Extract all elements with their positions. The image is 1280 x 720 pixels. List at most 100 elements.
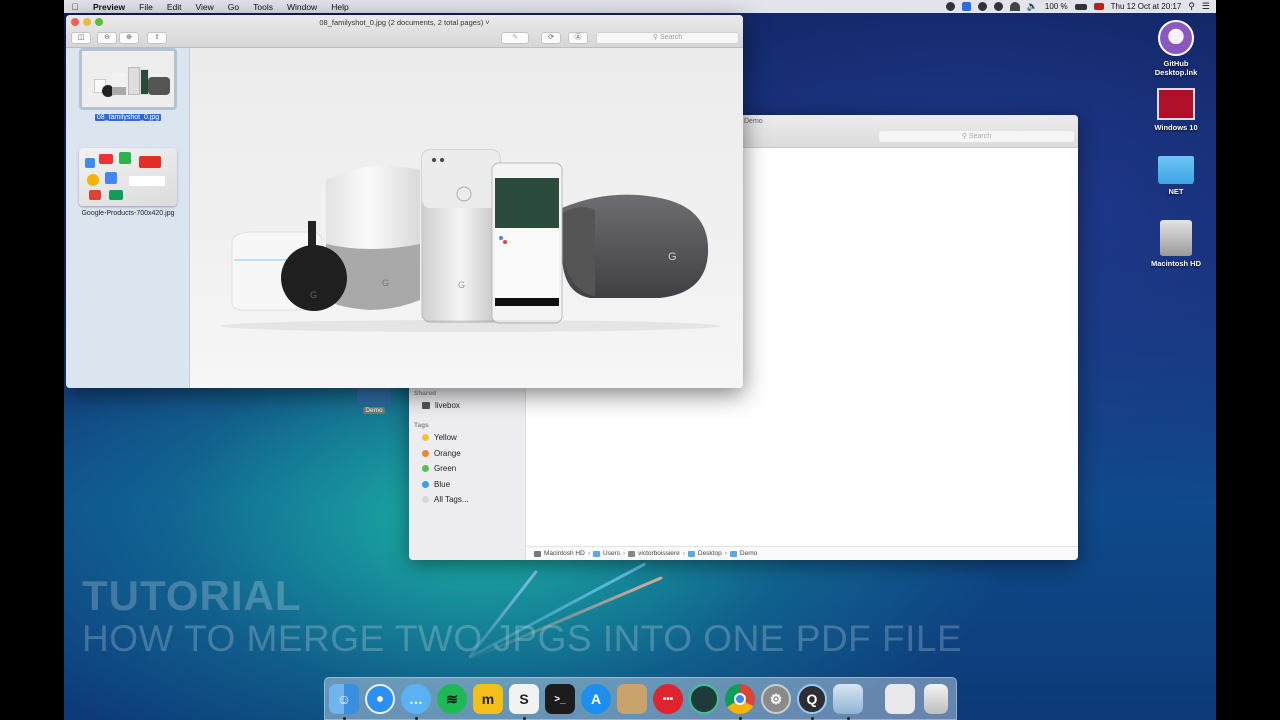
menu-go[interactable]: Go xyxy=(221,2,246,12)
phone-nav-bar xyxy=(495,298,559,306)
zoom-in-button[interactable]: ⊕ xyxy=(119,32,139,44)
desktop-icon-label: Windows 10 xyxy=(1154,123,1198,132)
thumbnail-item[interactable]: 08_familyshot_0.jpg xyxy=(79,48,177,121)
record-status-icon[interactable] xyxy=(945,2,955,11)
server-icon xyxy=(422,402,430,409)
gitkraken-icon[interactable] xyxy=(689,684,719,714)
tag-dot-icon xyxy=(422,465,429,472)
desktop-icon-label: Desktop.lnk xyxy=(1154,68,1198,77)
sidebar-tag-orange[interactable]: Orange xyxy=(422,449,461,458)
rotate-button[interactable]: ⟳ xyxy=(541,32,561,44)
desktop-icon-net[interactable]: NET xyxy=(1136,156,1216,196)
finder-search-placeholder: Search xyxy=(968,133,992,140)
path-separator-icon: › xyxy=(682,550,685,557)
system-preferences-icon[interactable]: ⚙ xyxy=(761,684,791,714)
phone-wallpaper xyxy=(495,178,559,228)
terminal-icon[interactable]: >_ xyxy=(545,684,575,714)
screen-share-icon[interactable] xyxy=(961,2,971,11)
scrivener-icon[interactable]: S xyxy=(509,684,539,714)
tag-label: Orange xyxy=(434,449,461,458)
cloud-icon[interactable] xyxy=(977,2,987,11)
path-segment-label: Desktop xyxy=(697,550,722,557)
preview-search-field[interactable]: ⚲ Search xyxy=(596,32,739,44)
parallels-icon[interactable]: ••• xyxy=(653,684,683,714)
messages-icon[interactable]: … xyxy=(401,684,431,714)
tag-dot-icon xyxy=(422,450,429,457)
spotlight-search-icon[interactable]: ⚲ xyxy=(1188,1,1195,12)
home-icon xyxy=(628,550,636,557)
desktop-folder-label: Demo xyxy=(363,407,385,414)
folder-icon xyxy=(593,550,600,557)
tag-dot-icon xyxy=(422,434,429,441)
path-segment[interactable]: Users xyxy=(593,550,620,557)
finder-path-bar: Macintosh HD › Users › victorboissiere › De… xyxy=(526,546,1078,560)
desktop-icon-github[interactable]: GitHub Desktop.lnk xyxy=(1136,20,1216,77)
notification-center-icon[interactable]: ☰ xyxy=(1202,1,1210,12)
mail-plus-icon[interactable]: m xyxy=(473,684,503,714)
menu-view[interactable]: View xyxy=(189,2,221,12)
sidebar-tag-yellow[interactable]: Yellow xyxy=(422,433,457,442)
thumbnail-image xyxy=(79,148,177,206)
desktop-folder-demo[interactable]: Demo xyxy=(356,388,392,414)
preview-title[interactable]: 08_familyshot_0.jpg (2 documents, 2 tota… xyxy=(66,18,743,27)
tutorial-title: TUTORIAL xyxy=(82,572,302,619)
flag-icon[interactable] xyxy=(1093,3,1104,10)
path-segment[interactable]: Desktop xyxy=(687,550,722,557)
sidebar-tag-blue[interactable]: Blue xyxy=(422,480,450,489)
desktop-icon-label: NET xyxy=(1168,187,1184,196)
archive-utility-icon[interactable] xyxy=(617,684,647,714)
wifi-icon[interactable] xyxy=(1009,2,1020,11)
parallels-vm-icon xyxy=(1157,88,1195,120)
path-segment[interactable]: victorboissiere xyxy=(628,550,680,557)
desktop-icon-macintosh-hd[interactable]: Macintosh HD xyxy=(1136,220,1216,268)
menu-edit[interactable]: Edit xyxy=(160,2,189,12)
tag-label: All Tags... xyxy=(434,495,469,504)
finder-search-field[interactable]: ⚲ Search xyxy=(879,131,1074,142)
menu-app-name[interactable]: Preview xyxy=(86,2,132,12)
path-segment-label: Macintosh HD xyxy=(544,550,585,557)
safari-icon[interactable] xyxy=(365,684,395,714)
sidebar-tag-all[interactable]: All Tags... xyxy=(422,495,469,504)
documents-stack-icon[interactable] xyxy=(885,684,915,714)
preview-window[interactable]: 08_familyshot_0.jpg (2 documents, 2 tota… xyxy=(66,15,743,388)
folder-icon xyxy=(729,550,737,557)
desktop-icon-label: GitHub xyxy=(1163,59,1189,68)
finder-title: Demo xyxy=(744,118,763,125)
preview-app-icon[interactable] xyxy=(833,684,863,714)
share-button[interactable]: ⇧ xyxy=(147,32,167,44)
dock: ☺ … ≋ m S >_ A ••• ⚙ Q xyxy=(324,677,957,720)
document-canvas[interactable]: G G G G xyxy=(190,48,743,388)
trash-icon[interactable] xyxy=(924,684,948,714)
sidebar-item-livebox[interactable]: livebox xyxy=(422,401,460,410)
finder-icon[interactable]: ☺ xyxy=(329,684,359,714)
app-store-icon[interactable]: A xyxy=(581,684,611,714)
spotify-icon[interactable]: ≋ xyxy=(437,684,467,714)
tag-label: Yellow xyxy=(434,433,457,442)
markup-toolbar-button[interactable]: Ⓐ xyxy=(568,32,588,44)
sidebar-tag-green[interactable]: Green xyxy=(422,464,456,473)
path-segment[interactable]: Macintosh HD xyxy=(534,550,585,557)
path-segment[interactable]: Demo xyxy=(729,550,757,557)
volume-icon[interactable]: 🔈 xyxy=(1027,1,1038,12)
headset-logo: G xyxy=(668,251,677,263)
sidebar-toggle-button[interactable]: ◫ xyxy=(71,32,91,44)
tag-label: Green xyxy=(434,464,457,473)
desktop-icon-label: Macintosh HD xyxy=(1150,259,1201,268)
path-separator-icon: › xyxy=(587,550,590,557)
quicktime-icon[interactable]: Q xyxy=(797,684,827,714)
preview-thumbnail-sidebar: 08_familyshot_0.jpg Google-Products-700x… xyxy=(66,48,190,388)
menu-file[interactable]: File xyxy=(132,2,160,12)
zoom-out-button[interactable]: ⊖ xyxy=(97,32,117,44)
battery-icon[interactable] xyxy=(1074,3,1087,10)
thumbnail-image xyxy=(79,48,177,110)
thumbnail-item[interactable]: Google-Products-700x420.jpg xyxy=(79,148,177,217)
upload-icon[interactable] xyxy=(993,2,1003,11)
menu-window[interactable]: Window xyxy=(280,2,324,12)
markup-pen-button[interactable]: ✎ xyxy=(501,32,529,44)
chrome-icon[interactable] xyxy=(725,684,755,714)
menu-tools[interactable]: Tools xyxy=(246,2,280,12)
clock[interactable]: Thu 12 Oct at 20:17 xyxy=(1111,2,1182,11)
desktop-icon-windows10[interactable]: Windows 10 xyxy=(1136,88,1216,132)
menu-help[interactable]: Help xyxy=(324,2,355,12)
apple-menu-icon[interactable]:  xyxy=(64,2,86,12)
